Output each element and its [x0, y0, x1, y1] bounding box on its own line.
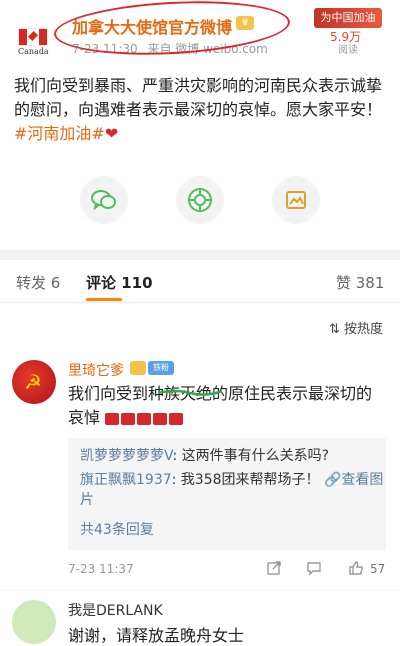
post-text: 我们向受到暴雨、严重洪灾影响的河南民众表示诚挚的慰问，向遇难者表示最深切的哀悼。…: [14, 76, 383, 119]
comment-footer: 7-23 11:37 57: [68, 560, 386, 580]
comment-icon[interactable]: [306, 560, 322, 576]
tab-reposts[interactable]: 转发 6: [16, 272, 60, 293]
share-moments-button[interactable]: [176, 176, 224, 224]
comment-separator: [0, 590, 400, 591]
tab-comments[interactable]: 评论 110: [86, 272, 153, 293]
fan-badge-icon: 铁粉: [148, 361, 174, 375]
sort-icon: ⇅: [329, 322, 340, 337]
share-icon[interactable]: [266, 560, 282, 576]
comment-body: 我们向受到种族灭绝的原住民表示最深切的哀悼: [68, 382, 386, 430]
comment-time: 7-23 11:37: [68, 562, 134, 576]
reply-text: : 我358团来帮帮场子！: [171, 472, 320, 488]
weibo-post: Canada 加拿大大使馆官方微博 ♛ 7-23 11:30 来自 微博 wei…: [0, 0, 400, 250]
hammer-sickle-icon: ☭: [24, 370, 42, 394]
reply-item: 凯萝萝萝萝萝V: 这两件事有什么关系吗?: [80, 446, 329, 466]
tab-likes[interactable]: 赞 381: [336, 272, 384, 293]
share-wechat-button[interactable]: [80, 176, 128, 224]
like-count: 57: [370, 562, 386, 576]
comment-tabs: 转发 6 评论 110 赞 381: [0, 262, 400, 302]
promo-tag[interactable]: 为中国加油: [314, 8, 382, 28]
reply-text: : 这两件事有什么关系吗?: [172, 448, 330, 464]
reply-item: 旗正飘飘1937: 我358团来帮帮场子！ 🔗查看图片: [80, 470, 386, 510]
commenter-name[interactable]: 里琦它爹: [68, 360, 124, 380]
author-avatar[interactable]: Canada: [18, 28, 49, 56]
canada-flag-icon: [18, 28, 48, 46]
sort-control[interactable]: ⇅ 按热度: [329, 318, 383, 337]
sort-label: 按热度: [344, 322, 384, 337]
reply-author[interactable]: 凯萝萝萝萝萝V: [80, 448, 172, 464]
commenter-avatar[interactable]: ☭: [12, 360, 56, 404]
tabs-rule: [0, 302, 400, 303]
like-icon[interactable]: [348, 560, 364, 576]
vip-badge-icon: [130, 361, 146, 375]
avatar-caption: Canada: [18, 47, 49, 56]
reply-total-link[interactable]: 共43条回复: [80, 520, 154, 540]
promo-read-label: 阅读: [338, 45, 358, 56]
post-body: 我们向受到暴雨、严重洪灾影响的河南民众表示诚挚的慰问，向遇难者表示最深切的哀悼。…: [14, 74, 386, 146]
image-link-icon: 🔗: [323, 472, 342, 488]
reply-box[interactable]: 凯萝萝萝萝萝V: 这两件事有什么关系吗? 旗正飘飘1937: 我358团来帮帮场…: [68, 438, 386, 550]
commenter-name[interactable]: 我是DERLANK: [68, 600, 163, 620]
topic-link[interactable]: #河南加油#: [14, 124, 105, 143]
save-image-icon: [286, 191, 306, 209]
candle-emoji-icon: [105, 408, 185, 427]
commenter-avatar[interactable]: [12, 600, 56, 644]
active-tab-indicator: [86, 298, 122, 301]
green-scribble-annotation: [158, 389, 222, 396]
comment-text: 谢谢，请释放孟晚舟女士: [68, 626, 245, 645]
save-image-button[interactable]: [272, 176, 320, 224]
section-divider: [0, 250, 400, 260]
reply-author[interactable]: 旗正飘飘1937: [80, 472, 172, 488]
share-row: [0, 176, 400, 224]
moments-icon: [188, 188, 212, 212]
wechat-icon: [91, 190, 116, 211]
heart-icon: ❤: [104, 124, 119, 143]
